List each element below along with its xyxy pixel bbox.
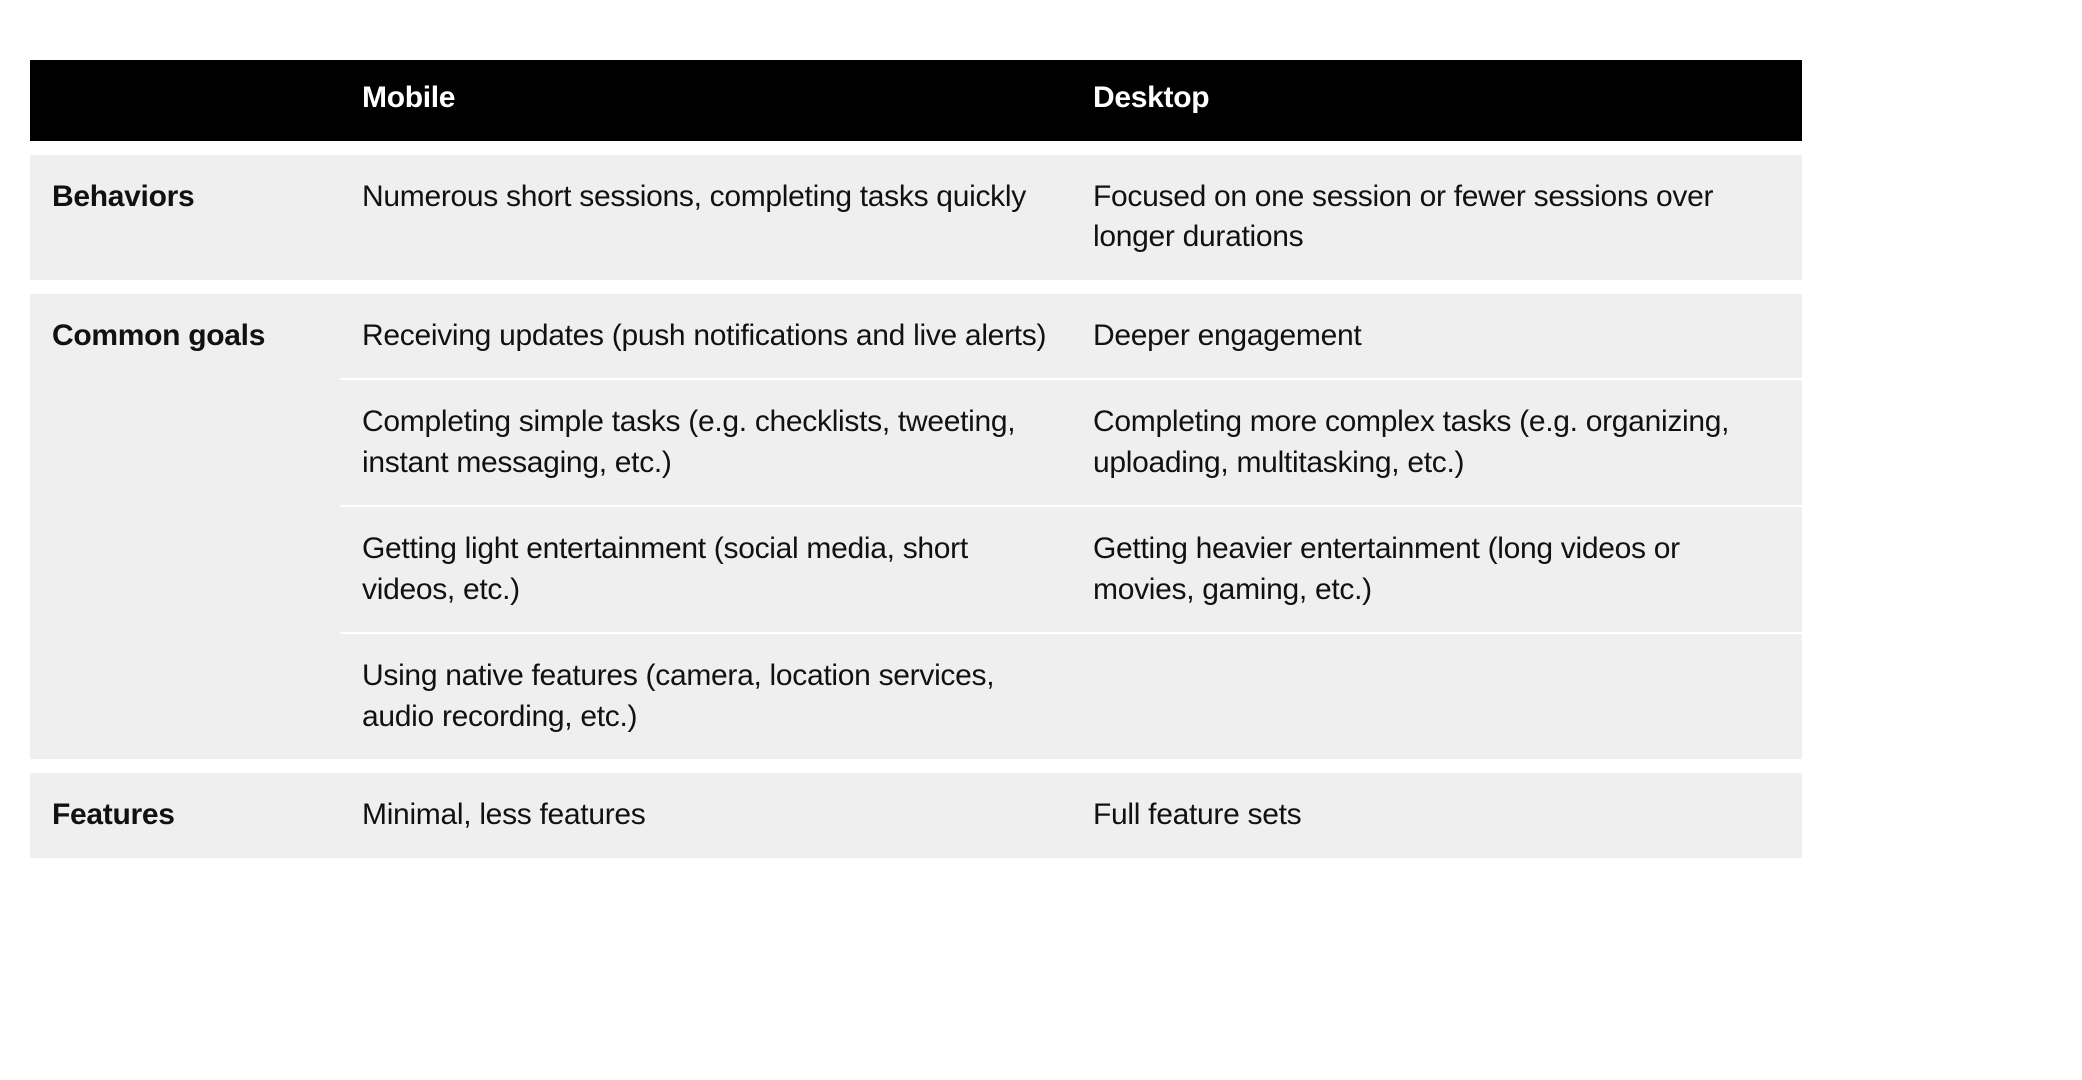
row-header-common-goals: Common goals xyxy=(30,280,340,379)
cell-goals-1-desktop: Completing more complex tasks (e.g. orga… xyxy=(1071,378,1802,505)
comparison-table: Mobile Desktop Behaviors Numerous short … xyxy=(30,60,1802,858)
row-header-features: Features xyxy=(30,759,340,858)
table-header-row: Mobile Desktop xyxy=(30,60,1802,141)
row-header-blank xyxy=(30,505,340,632)
cell-goals-2-mobile: Getting light entertainment (social medi… xyxy=(340,505,1071,632)
cell-behaviors-desktop: Focused on one session or fewer sessions… xyxy=(1071,141,1802,280)
cell-goals-0-desktop: Deeper engagement xyxy=(1071,280,1802,379)
cell-features-desktop: Full feature sets xyxy=(1071,759,1802,858)
cell-goals-3-desktop xyxy=(1071,632,1802,759)
col-header-desktop: Desktop xyxy=(1071,60,1802,141)
col-header-mobile: Mobile xyxy=(340,60,1071,141)
cell-goals-3-mobile: Using native features (camera, location … xyxy=(340,632,1071,759)
cell-goals-0-mobile: Receiving updates (push notifications an… xyxy=(340,280,1071,379)
cell-features-mobile: Minimal, less features xyxy=(340,759,1071,858)
cell-goals-goals-2-desktop: Getting heavier entertainment (long vide… xyxy=(1071,505,1802,632)
row-header-blank xyxy=(30,632,340,759)
row-header-blank xyxy=(30,378,340,505)
table-row: Using native features (camera, location … xyxy=(30,632,1802,759)
table-row: Features Minimal, less features Full fea… xyxy=(30,759,1802,858)
table-corner-cell xyxy=(30,60,340,141)
table-row: Common goals Receiving updates (push not… xyxy=(30,280,1802,379)
cell-goals-1-mobile: Completing simple tasks (e.g. checklists… xyxy=(340,378,1071,505)
table-row: Behaviors Numerous short sessions, compl… xyxy=(30,141,1802,280)
table-row: Completing simple tasks (e.g. checklists… xyxy=(30,378,1802,505)
cell-behaviors-mobile: Numerous short sessions, completing task… xyxy=(340,141,1071,280)
row-header-behaviors: Behaviors xyxy=(30,141,340,280)
table-row: Getting light entertainment (social medi… xyxy=(30,505,1802,632)
